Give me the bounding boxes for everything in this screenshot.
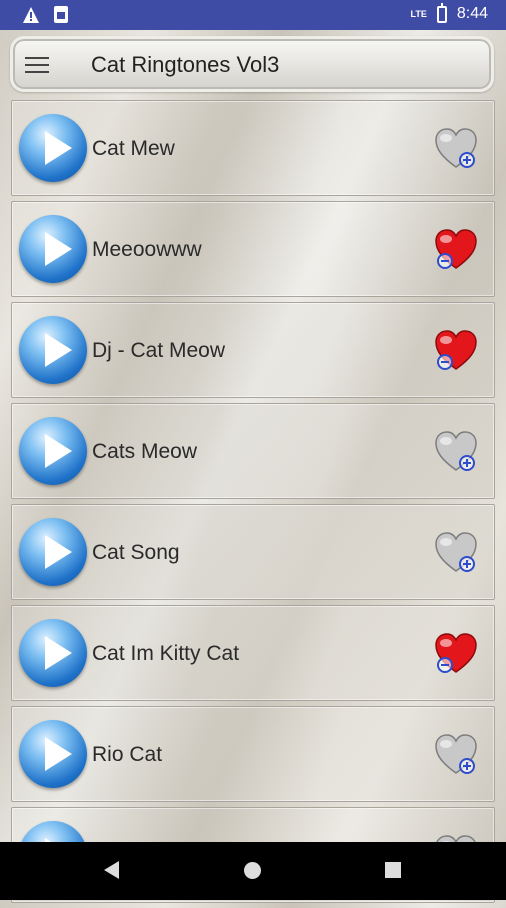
list-item[interactable]: Rio Cat <box>11 706 495 802</box>
list-item[interactable]: Cat Mew <box>11 100 495 196</box>
favorite-add-icon[interactable] <box>434 733 478 777</box>
favorite-remove-icon[interactable] <box>434 632 478 676</box>
sim-icon <box>54 6 68 23</box>
favorite-add-icon[interactable] <box>434 531 478 575</box>
battery-icon <box>436 2 447 23</box>
play-icon[interactable] <box>19 619 87 687</box>
favorite-add-icon[interactable] <box>434 127 478 171</box>
clock: 8:44 <box>456 5 488 22</box>
play-icon[interactable] <box>19 215 87 283</box>
app-bar: Cat Ringtones Vol3 <box>10 36 494 92</box>
list-item[interactable]: Cats Meow <box>11 403 495 499</box>
play-icon[interactable] <box>19 518 87 586</box>
warning-icon <box>23 7 39 23</box>
ringtone-title: Cat Song <box>92 541 180 564</box>
app-title: Cat Ringtones Vol3 <box>91 52 280 77</box>
ringtone-title: Cat Im Kitty Cat <box>92 642 240 665</box>
play-icon[interactable] <box>19 720 87 788</box>
play-icon[interactable] <box>19 114 87 182</box>
navigation-bar <box>0 842 506 900</box>
ringtone-title: Cats Meow <box>92 440 198 463</box>
favorite-remove-icon[interactable] <box>434 329 478 373</box>
recent-apps-icon[interactable] <box>385 862 401 878</box>
favorite-add-icon[interactable] <box>434 430 478 474</box>
back-icon[interactable] <box>104 861 119 879</box>
ringtone-title: Dj - Cat Meow <box>92 339 226 362</box>
hamburger-menu-icon[interactable] <box>25 57 49 73</box>
favorite-remove-icon[interactable] <box>434 228 478 272</box>
list-item[interactable]: Cat Song <box>11 504 495 600</box>
play-icon[interactable] <box>19 417 87 485</box>
list-item[interactable]: Meeoowww <box>11 201 495 297</box>
ringtone-title: Cat Mew <box>92 137 175 160</box>
ringtone-list[interactable]: Cat Mew Meeoowww Dj - Cat Meow Cats Meow Cat… <box>11 100 495 908</box>
home-icon[interactable] <box>244 862 261 879</box>
list-item[interactable]: Dj - Cat Meow <box>11 302 495 398</box>
play-icon[interactable] <box>19 316 87 384</box>
ringtone-title: Meeoowww <box>92 238 202 261</box>
lte-signal-icon: LTE <box>410 9 427 19</box>
ringtone-title: Rio Cat <box>92 743 163 766</box>
status-bar: LTE 8:44 <box>0 0 506 30</box>
list-item[interactable]: Cat Im Kitty Cat <box>11 605 495 701</box>
